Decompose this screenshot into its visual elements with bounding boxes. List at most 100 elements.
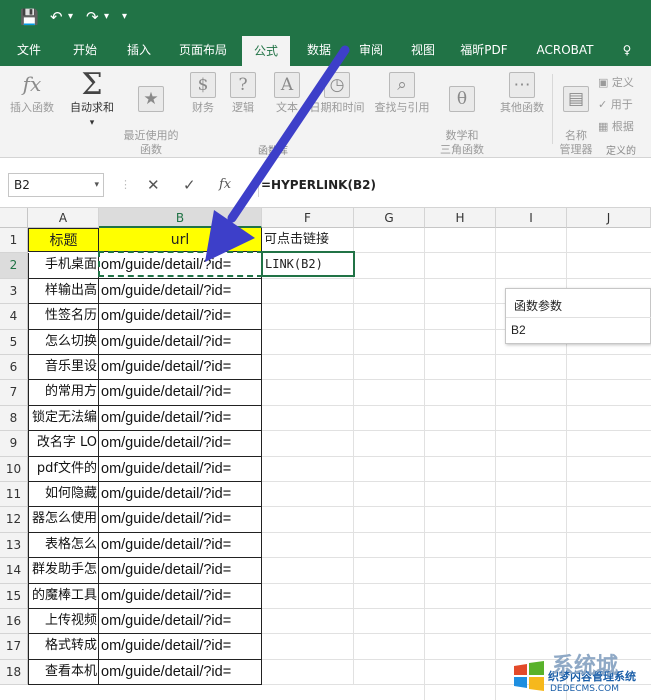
cell-link[interactable] bbox=[262, 405, 354, 432]
cell-title[interactable]: 器怎么使用 bbox=[28, 507, 99, 533]
row-header[interactable]: 5 bbox=[0, 329, 28, 355]
date-time-button[interactable]: ◷ 日期和时间 bbox=[304, 72, 370, 115]
cell-title[interactable]: 格式转成 bbox=[28, 634, 99, 660]
row-header[interactable]: 6 bbox=[0, 355, 28, 381]
cell-link[interactable] bbox=[262, 355, 354, 381]
cell-title[interactable]: 性签名历 bbox=[28, 304, 99, 330]
cell-title[interactable]: pdf文件的 bbox=[28, 456, 99, 482]
cell-link[interactable] bbox=[262, 431, 354, 457]
save-icon[interactable]: 💾 bbox=[20, 8, 39, 26]
cell-link[interactable] bbox=[262, 507, 354, 533]
autosum-dropdown-icon[interactable]: ▾ bbox=[90, 118, 95, 128]
tab-data[interactable]: 数据 bbox=[296, 34, 342, 66]
cell-link[interactable] bbox=[262, 278, 354, 305]
undo-dropdown-icon[interactable]: ▾ bbox=[68, 8, 73, 26]
row-header[interactable]: 15 bbox=[0, 583, 28, 609]
insert-function-icon[interactable]: fx bbox=[219, 173, 231, 197]
cell-link[interactable] bbox=[262, 583, 354, 609]
name-box[interactable]: B2 ▾ bbox=[8, 173, 104, 197]
row-header[interactable]: 12 bbox=[0, 507, 28, 533]
cell-url[interactable]: om/guide/detail/?id= bbox=[98, 405, 262, 432]
cell-f1[interactable]: 可点击链接 bbox=[262, 228, 354, 252]
cell-title[interactable]: 怎么切换 bbox=[28, 329, 99, 355]
recent-functions-button[interactable]: ★ 最近使用的 函数 bbox=[120, 72, 182, 157]
select-all-corner[interactable] bbox=[0, 208, 28, 228]
cell-link[interactable] bbox=[262, 456, 354, 482]
cell-link[interactable] bbox=[262, 380, 354, 406]
more-functions-button[interactable]: ⋯ 其他函数 bbox=[494, 72, 550, 115]
cell-title[interactable]: 群发助手怎 bbox=[28, 558, 99, 584]
cell-url[interactable]: om/guide/detail/?id= bbox=[98, 659, 262, 686]
logical-button[interactable]: ? 逻辑 bbox=[226, 72, 260, 115]
cell-link[interactable] bbox=[262, 532, 354, 559]
column-header-f[interactable]: F bbox=[262, 208, 354, 228]
cell-url[interactable]: om/guide/detail/?id= bbox=[98, 532, 262, 559]
cell-link[interactable] bbox=[262, 482, 354, 508]
row-header[interactable]: 14 bbox=[0, 558, 28, 584]
cell-url[interactable]: om/guide/detail/?id= bbox=[98, 583, 262, 609]
cell-title[interactable]: 样输出高 bbox=[28, 278, 99, 305]
cell-b1[interactable]: url bbox=[98, 228, 262, 252]
cell-a1[interactable]: 标题 bbox=[28, 228, 99, 252]
cell-url[interactable]: om/guide/detail/?id= bbox=[98, 609, 262, 635]
cell-title[interactable]: 手机桌面 bbox=[28, 253, 99, 279]
lookup-reference-button[interactable]: ⌕ 查找与引用 bbox=[370, 72, 434, 115]
cell-title[interactable]: 音乐里设 bbox=[28, 355, 99, 381]
cell-url[interactable]: om/guide/detail/?id= bbox=[98, 380, 262, 406]
cell-link[interactable] bbox=[262, 304, 354, 330]
cell-title[interactable]: 上传视频 bbox=[28, 609, 99, 635]
tab-foxit-pdf[interactable]: 福昕PDF bbox=[452, 34, 516, 66]
row-header[interactable]: 9 bbox=[0, 431, 28, 457]
undo-icon[interactable]: ↶ bbox=[50, 8, 63, 26]
cell-url[interactable]: om/guide/detail/?id= bbox=[98, 507, 262, 533]
financial-button[interactable]: $ 财务 bbox=[186, 72, 220, 115]
cell-title[interactable]: 改名字 LO bbox=[28, 431, 99, 457]
row-header[interactable]: 7 bbox=[0, 380, 28, 406]
row-header[interactable]: 3 bbox=[0, 278, 28, 305]
row-header[interactable]: 10 bbox=[0, 456, 28, 482]
column-header-j[interactable]: J bbox=[567, 208, 651, 228]
column-header-g[interactable]: G bbox=[354, 208, 425, 228]
cell-url[interactable]: om/guide/detail/?id= bbox=[98, 278, 262, 305]
cell-url[interactable]: om/guide/detail/?id= bbox=[98, 634, 262, 660]
row-header[interactable]: 11 bbox=[0, 482, 28, 508]
enter-icon[interactable]: ✓ bbox=[183, 173, 196, 197]
name-box-dropdown-icon[interactable]: ▾ bbox=[94, 174, 99, 196]
insert-function-button[interactable]: fx 插入函数 bbox=[6, 72, 58, 115]
column-header-a[interactable]: A bbox=[28, 208, 99, 228]
cell-url[interactable]: om/guide/detail/?id= bbox=[98, 355, 262, 381]
row-header[interactable]: 1 bbox=[0, 228, 28, 254]
customize-icon[interactable]: ▾ bbox=[122, 8, 127, 26]
use-in-formula-button[interactable]: ✓ 用于 bbox=[598, 96, 633, 112]
cell-url[interactable]: om/guide/detail/?id= bbox=[98, 456, 262, 482]
tab-home[interactable]: 开始 bbox=[60, 34, 110, 66]
define-name-button[interactable]: ▣ 定义 bbox=[598, 74, 634, 90]
cell-title[interactable]: 如何隐藏 bbox=[28, 482, 99, 508]
row-header[interactable]: 4 bbox=[0, 304, 28, 330]
cell-link[interactable] bbox=[262, 609, 354, 635]
formula-input[interactable]: =HYPERLINK(B2) bbox=[258, 173, 651, 197]
row-header[interactable]: 2 bbox=[0, 253, 28, 279]
tab-insert[interactable]: 插入 bbox=[114, 34, 164, 66]
math-trig-button[interactable]: θ 数学和 三角函数 bbox=[434, 72, 490, 157]
cell-url[interactable]: om/guide/detail/?id= bbox=[98, 431, 262, 457]
tab-formulas[interactable]: 公式 bbox=[242, 36, 290, 66]
column-header-h[interactable]: H bbox=[425, 208, 496, 228]
cell-link[interactable] bbox=[262, 329, 354, 355]
cell-title[interactable]: 的魔棒工具 bbox=[28, 583, 99, 609]
column-header-b[interactable]: B bbox=[99, 208, 262, 228]
cell-b2-copy-selection[interactable] bbox=[98, 251, 263, 277]
cell-url[interactable]: om/guide/detail/?id= bbox=[98, 304, 262, 330]
cell-link[interactable] bbox=[262, 558, 354, 584]
function-arguments-tooltip[interactable]: 函数参数 B2 bbox=[505, 288, 651, 344]
row-header[interactable]: 13 bbox=[0, 532, 28, 559]
cell-link[interactable] bbox=[262, 634, 354, 660]
cell-title[interactable]: 表格怎么 bbox=[28, 532, 99, 559]
tab-review[interactable]: 审阅 bbox=[348, 34, 394, 66]
cell-url[interactable]: om/guide/detail/?id= bbox=[98, 329, 262, 355]
cancel-icon[interactable]: ✕ bbox=[147, 173, 160, 197]
tab-page-layout[interactable]: 页面布局 bbox=[170, 34, 236, 66]
tell-me-icon[interactable]: ♀ bbox=[612, 34, 642, 66]
row-header[interactable]: 8 bbox=[0, 405, 28, 432]
name-manager-button[interactable]: ▤ 名称 管理器 bbox=[556, 72, 596, 157]
